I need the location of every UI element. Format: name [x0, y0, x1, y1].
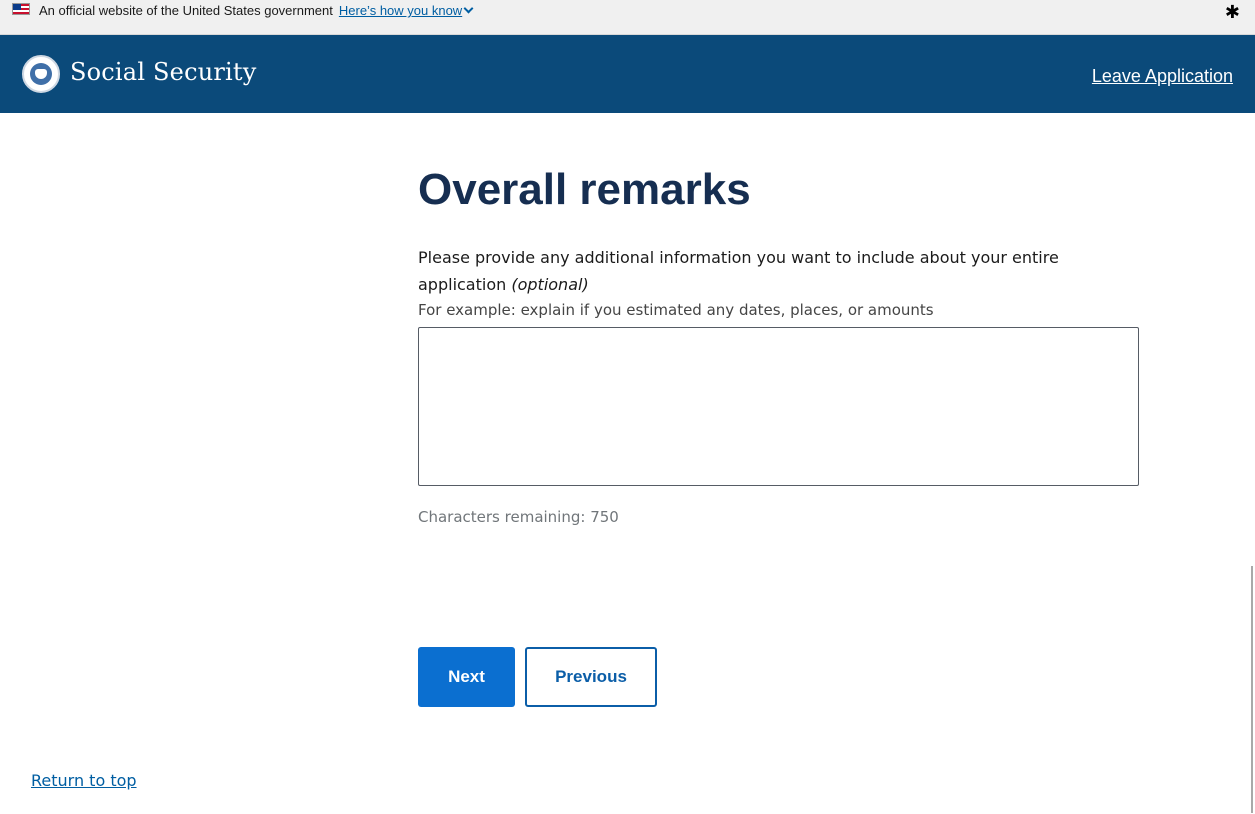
characters-remaining: Characters remaining: 750	[418, 508, 619, 526]
remarks-hint: For example: explain if you estimated an…	[418, 301, 934, 319]
gov-banner: An official website of the United States…	[0, 0, 1255, 35]
chevron-down-icon	[463, 3, 474, 14]
next-button[interactable]: Next	[418, 647, 515, 707]
previous-button[interactable]: Previous	[525, 647, 657, 707]
gear-icon[interactable]: ✱	[1225, 3, 1240, 21]
return-to-top-link[interactable]: Return to top	[31, 771, 137, 790]
remarks-label: Please provide any additional informatio…	[418, 244, 1140, 298]
heres-how-you-know-link[interactable]: Here’s how you know	[338, 3, 474, 18]
heres-how-you-know-label: Here’s how you know	[338, 3, 463, 18]
page-title: Overall remarks	[418, 165, 751, 214]
leave-application-link[interactable]: Leave Application	[1092, 66, 1233, 87]
gov-banner-text: An official website of the United States…	[39, 3, 333, 18]
form-buttons: Next Previous	[418, 647, 657, 707]
scrollbar[interactable]	[1251, 566, 1253, 813]
ssa-seal-logo	[22, 55, 60, 93]
us-flag-icon	[12, 3, 30, 15]
remarks-textarea[interactable]	[418, 327, 1139, 486]
site-header: Social Security Leave Application	[0, 35, 1255, 113]
optional-indicator: (optional)	[511, 275, 589, 294]
main-content: Overall remarks Please provide any addit…	[418, 160, 1140, 526]
site-title: Social Security	[70, 58, 257, 86]
